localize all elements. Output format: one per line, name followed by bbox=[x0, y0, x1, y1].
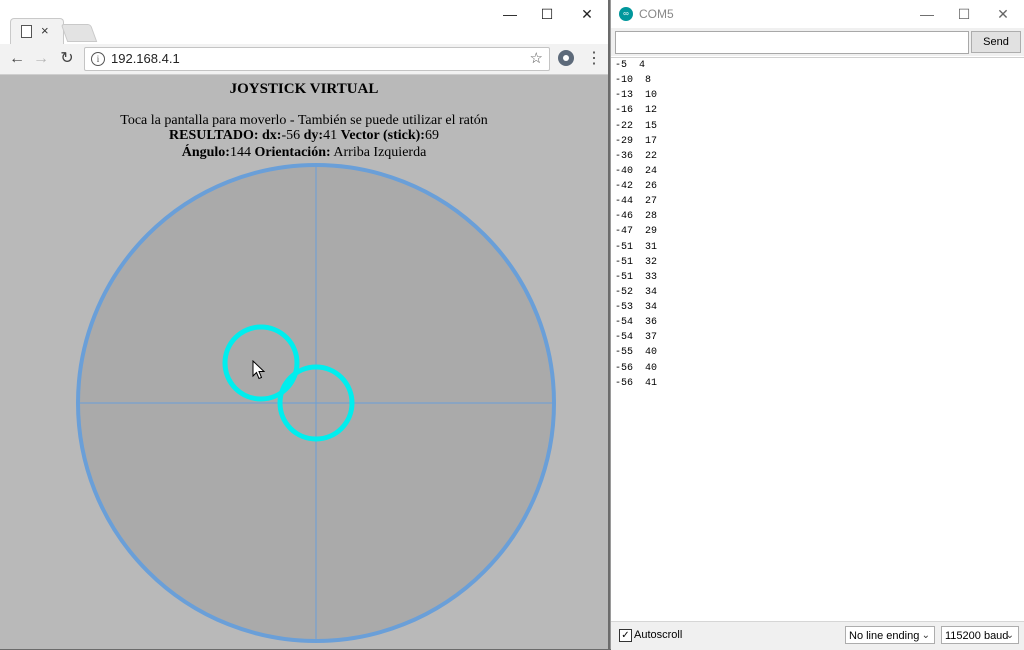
minimize-button[interactable]: — bbox=[500, 6, 520, 22]
serial-output[interactable]: -5 4 -10 8 -13 10 -16 12 -22 15 -29 17 -… bbox=[611, 57, 1024, 621]
output-line: -51 32 bbox=[615, 256, 658, 268]
output-line: -10 8 bbox=[615, 75, 652, 87]
info-icon[interactable]: i bbox=[91, 52, 105, 66]
page-icon bbox=[21, 25, 32, 38]
baud-select[interactable]: 115200 baud ⌄ bbox=[941, 626, 1019, 644]
baud-value: 115200 baud bbox=[945, 630, 1009, 642]
output-line: -44 27 bbox=[615, 196, 658, 208]
serial-maximize-button[interactable]: ☐ bbox=[954, 6, 974, 22]
serial-input[interactable] bbox=[615, 31, 969, 54]
maximize-button[interactable]: ☐ bbox=[537, 6, 557, 22]
serial-title: COM5 bbox=[639, 7, 674, 21]
output-line: -22 15 bbox=[615, 120, 658, 132]
output-line: -53 34 bbox=[615, 302, 658, 313]
joystick-canvas[interactable] bbox=[0, 75, 608, 649]
output-line: -5 4 bbox=[615, 60, 646, 71]
serial-monitor-window: ∞ COM5 — ☐ ✕ Send -5 4 -10 8 -13 10 -16 … bbox=[610, 0, 1024, 650]
serial-minimize-button[interactable]: — bbox=[917, 6, 937, 22]
output-line: -40 24 bbox=[615, 165, 658, 177]
dy-value: 41 bbox=[323, 128, 338, 143]
arduino-icon: ∞ bbox=[619, 7, 633, 21]
output-line: -56 40 bbox=[615, 362, 658, 374]
browser-window: × — ☐ ✕ ← → ↻ i 192.168.4.1 ☆ ⋮ JOYSTICK… bbox=[0, 0, 608, 649]
page-title: JOYSTICK VIRTUAL bbox=[229, 81, 379, 97]
output-line: -16 12 bbox=[615, 105, 658, 117]
output-line: -54 36 bbox=[615, 317, 658, 329]
serial-footer: ✓ Autoscroll No line ending ⌄ 115200 bau… bbox=[611, 621, 1024, 650]
output-line: -51 33 bbox=[615, 271, 658, 283]
forward-button[interactable]: → bbox=[30, 48, 52, 70]
resultado-label: RESULTADO: bbox=[169, 128, 259, 143]
chevron-down-icon: ⌄ bbox=[1005, 630, 1014, 641]
output-line: -54 37 bbox=[615, 332, 658, 344]
dy-label: dy: bbox=[303, 128, 324, 143]
vector-label: Vector (stick): bbox=[340, 128, 425, 143]
instruction-text: Toca la pantalla para moverlo - También … bbox=[120, 113, 488, 128]
extension-icon[interactable] bbox=[558, 50, 574, 66]
output-line: -47 29 bbox=[615, 226, 658, 238]
tab-close-icon[interactable]: × bbox=[41, 23, 49, 38]
serial-close-button[interactable]: ✕ bbox=[993, 6, 1013, 22]
active-tab[interactable]: × bbox=[10, 18, 64, 45]
browser-toolbar: ← → ↻ i 192.168.4.1 ☆ ⋮ bbox=[0, 44, 608, 75]
send-button[interactable]: Send bbox=[971, 31, 1021, 53]
angulo-label: Ángulo: bbox=[181, 145, 230, 160]
angle-line: Ángulo:144 Orientación: Arriba Izquierda bbox=[0, 145, 608, 161]
output-line: -52 34 bbox=[615, 286, 658, 298]
mouse-cursor-icon bbox=[252, 360, 266, 380]
output-line: -46 28 bbox=[615, 211, 658, 223]
output-line: -55 40 bbox=[615, 347, 658, 359]
vector-value: 69 bbox=[424, 128, 439, 143]
address-bar[interactable]: i 192.168.4.1 ☆ bbox=[84, 47, 550, 71]
output-line: -42 26 bbox=[615, 181, 658, 192]
chevron-down-icon: ⌄ bbox=[921, 630, 930, 641]
tab-strip: × — ☐ ✕ bbox=[0, 0, 608, 45]
output-line: -36 22 bbox=[615, 150, 658, 162]
reload-button[interactable]: ↻ bbox=[56, 48, 78, 70]
result-line: RESULTADO: dx:-56 dy:41 Vector (stick):6… bbox=[0, 128, 608, 144]
menu-icon[interactable]: ⋮ bbox=[586, 48, 602, 68]
serial-toolbar: Send bbox=[611, 28, 1024, 56]
page-content: JOYSTICK VIRTUAL Toca la pantalla para m… bbox=[0, 75, 608, 649]
dx-label: dx: bbox=[262, 128, 282, 143]
autoscroll-checkbox[interactable]: ✓ bbox=[619, 629, 632, 642]
orientacion-value: Arriba Izquierda bbox=[333, 145, 427, 160]
close-button[interactable]: ✕ bbox=[577, 6, 597, 22]
new-tab-button[interactable] bbox=[60, 24, 98, 42]
bookmark-star-icon[interactable]: ☆ bbox=[530, 49, 543, 67]
address-text[interactable]: 192.168.4.1 bbox=[111, 51, 180, 66]
output-line: -56 41 bbox=[615, 377, 658, 389]
back-button[interactable]: ← bbox=[6, 48, 28, 70]
orientacion-label: Orientación: bbox=[254, 145, 331, 160]
serial-title-bar: ∞ COM5 — ☐ ✕ bbox=[611, 0, 1024, 28]
dx-value: -56 bbox=[281, 128, 301, 143]
line-ending-value: No line ending bbox=[849, 630, 920, 642]
line-ending-select[interactable]: No line ending ⌄ bbox=[845, 626, 935, 644]
output-line: -51 31 bbox=[615, 241, 658, 253]
autoscroll-label: Autoscroll bbox=[634, 629, 683, 641]
angulo-value: 144 bbox=[229, 145, 251, 160]
output-line: -29 17 bbox=[615, 135, 658, 147]
output-line: -13 10 bbox=[615, 90, 658, 102]
